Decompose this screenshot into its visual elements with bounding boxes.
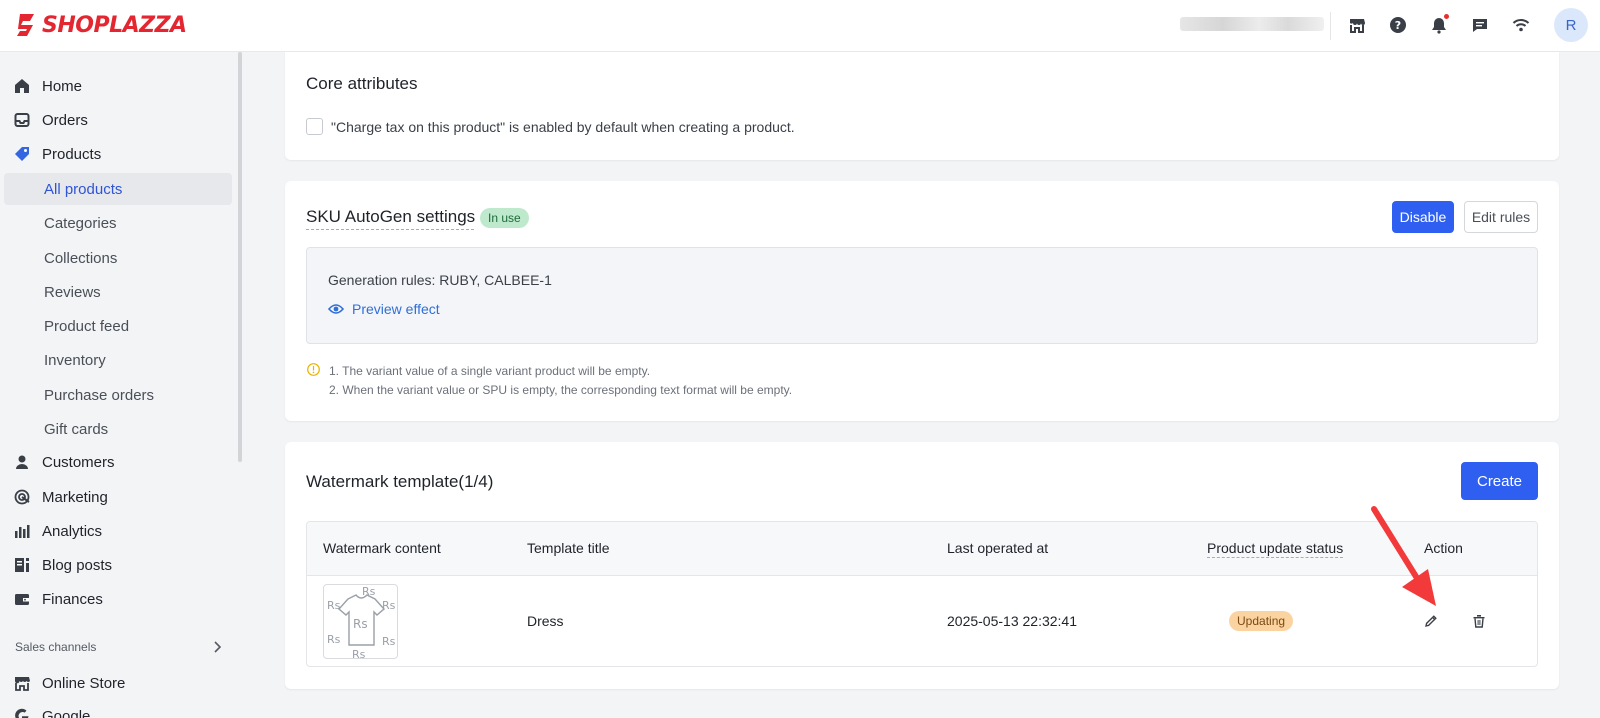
column-header-watermark-content: Watermark content (323, 540, 441, 556)
trash-icon[interactable] (1470, 612, 1488, 630)
charge-tax-checkbox[interactable] (306, 118, 323, 135)
sidebar-item-label: Analytics (42, 522, 103, 540)
sidebar-item-label: Blog posts (42, 556, 113, 574)
sidebar-item-label: Products (42, 145, 102, 163)
last-operated-cell: 2025-05-13 22:32:41 (947, 613, 1077, 629)
disable-button[interactable]: Disable (1392, 201, 1454, 233)
sidebar-subitem-reviews[interactable]: Reviews (44, 280, 101, 304)
template-title-cell: Dress (527, 613, 564, 629)
home-icon (14, 78, 30, 94)
watermark-thumbnail: Rs Rs Rs Rs Rs Rs Rs (323, 584, 398, 659)
preview-effect-link[interactable]: Preview effect (328, 301, 440, 317)
sidebar-subitem-collections[interactable]: Collections (44, 246, 117, 270)
table-header: Watermark content Template title Last op… (307, 522, 1537, 576)
sidebar-item-label: Marketing (42, 488, 108, 506)
notification-dot (1444, 14, 1449, 19)
eye-icon (328, 304, 344, 314)
charge-tax-label: "Charge tax on this product" is enabled … (331, 119, 795, 135)
watermark-text: Rs (362, 585, 376, 598)
blog-icon (14, 557, 30, 573)
sidebar-item-products[interactable]: Products (14, 141, 101, 167)
update-status-badge: Updating (1229, 611, 1294, 631)
sku-autogen-card: SKU AutoGen settings In use Disable Edit… (285, 181, 1559, 421)
tag-icon (14, 146, 30, 162)
brand-name: SHOPLAZZA (42, 12, 187, 38)
shoplazza-logo[interactable]: SHOPLAZZA (14, 10, 187, 40)
watermark-text: Rs (352, 648, 366, 659)
sidebar-item-home[interactable]: Home (14, 73, 82, 99)
storefront-icon (14, 675, 30, 691)
wallet-icon (14, 591, 30, 607)
info-icon (307, 363, 320, 376)
target-icon (14, 489, 30, 505)
chat-icon[interactable] (1468, 13, 1492, 37)
column-header-last-operated: Last operated at (947, 540, 1049, 556)
watermark-text: Rs (382, 635, 396, 648)
watermark-text: Rs (327, 633, 341, 646)
bell-icon[interactable] (1427, 13, 1451, 37)
generation-rules-text: Generation rules: RUBY, CALBEE-1 (328, 272, 552, 288)
edit-pencil-icon[interactable] (1422, 612, 1440, 630)
top-bar: SHOPLAZZA ? R (0, 0, 1600, 52)
sidebar-item-label: Orders (42, 111, 88, 129)
bar-chart-icon (14, 523, 30, 539)
preview-effect-label: Preview effect (352, 301, 440, 317)
sidebar-item-label: Home (42, 77, 83, 95)
sales-channels-label: Sales channels (15, 640, 97, 654)
watermark-table: Watermark content Template title Last op… (306, 521, 1538, 667)
note-line-2: 2. When the variant value or SPU is empt… (329, 383, 793, 397)
sidebar-subitem-all-products[interactable]: All products (44, 177, 122, 201)
column-header-product-update-status[interactable]: Product update status (1207, 540, 1344, 558)
sidebar-subitem-gift-cards[interactable]: Gift cards (44, 417, 108, 441)
watermark-template-title: Watermark template(1/4) (306, 472, 494, 491)
tshirt-watermark-icon: Rs Rs Rs Rs Rs Rs Rs (327, 585, 396, 659)
table-row: Rs Rs Rs Rs Rs Rs Rs Dress 2025-05-13 22… (307, 576, 1537, 666)
person-icon (14, 454, 30, 470)
core-attributes-title: Core attributes (306, 74, 418, 93)
avatar[interactable]: R (1554, 8, 1588, 42)
column-header-template-title: Template title (527, 540, 610, 556)
sidebar-item-label: Finances (42, 590, 103, 608)
store-name-blurred[interactable] (1180, 17, 1324, 31)
sidebar-item-blog-posts[interactable]: Blog posts (14, 552, 112, 578)
status-badge: In use (480, 208, 529, 228)
sidebar-item-label: Customers (42, 453, 115, 471)
watermark-text: Rs (327, 599, 341, 612)
sidebar-item-marketing[interactable]: Marketing (14, 484, 108, 510)
sidebar-item-label: Online Store (42, 674, 126, 692)
sidebar-scrollbar[interactable] (238, 52, 242, 462)
sku-autogen-title: SKU AutoGen settings (306, 207, 476, 226)
title-dashed-underline (306, 229, 474, 230)
watermark-text: Rs (353, 617, 368, 631)
inbox-icon (14, 112, 30, 128)
sidebar-item-orders[interactable]: Orders (14, 107, 88, 133)
watermark-text: Rs (382, 599, 396, 612)
sidebar-item-analytics[interactable]: Analytics (14, 518, 102, 544)
generation-rules-box: Generation rules: RUBY, CALBEE-1 Preview… (306, 247, 1538, 344)
sidebar-item-label: Google (42, 707, 91, 718)
red-annotation-arrow-icon (1371, 506, 1436, 606)
sidebar-item-online-store[interactable]: Online Store (14, 670, 125, 696)
sidebar-item-customers[interactable]: Customers (14, 449, 115, 475)
edit-rules-button[interactable]: Edit rules (1464, 201, 1538, 233)
topbar-divider (1330, 12, 1331, 40)
wifi-icon[interactable] (1509, 13, 1533, 37)
sidebar-subitem-purchase-orders[interactable]: Purchase orders (44, 383, 154, 407)
help-icon[interactable]: ? (1386, 13, 1410, 37)
store-icon[interactable] (1345, 13, 1369, 37)
create-button[interactable]: Create (1461, 462, 1538, 500)
note-line-1: 1. The variant value of a single variant… (329, 364, 651, 378)
sidebar-item-google[interactable]: Google (14, 703, 90, 718)
chevron-right-icon[interactable] (210, 640, 224, 654)
svg-text:?: ? (1395, 19, 1401, 32)
sidebar-subitem-product-feed[interactable]: Product feed (44, 314, 129, 338)
logo-mark-icon (17, 14, 34, 36)
core-attributes-card: Core attributes "Charge tax on this prod… (285, 52, 1559, 160)
sidebar-subitem-categories[interactable]: Categories (44, 211, 117, 235)
sidebar-subitem-inventory[interactable]: Inventory (44, 348, 106, 372)
watermark-template-card: Watermark template(1/4) Create Watermark… (285, 442, 1559, 689)
sidebar-item-finances[interactable]: Finances (14, 586, 103, 612)
google-icon (14, 708, 30, 718)
